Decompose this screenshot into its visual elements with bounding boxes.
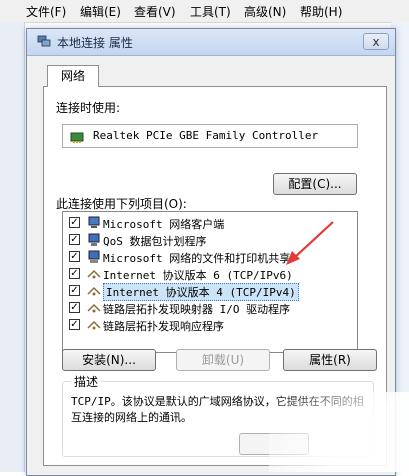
description-title: 描述	[71, 373, 102, 390]
protocol-icon	[87, 320, 101, 330]
properties-dialog: 本地连接 属性 x 网络 连接时使用: Realtek PCIe GBE Fam…	[26, 28, 396, 476]
tab-panel: 连接时使用: Realtek PCIe GBE Family Controlle…	[43, 86, 387, 466]
items-label: 此连接使用下列项目(O):	[56, 197, 187, 211]
dialog-titlebar[interactable]: 本地连接 属性 x	[27, 29, 395, 56]
network-adapter-icon	[70, 132, 84, 143]
configure-button[interactable]: 配置(C)...	[273, 173, 357, 195]
item-checkbox[interactable]: ✓	[69, 319, 80, 330]
list-item-lltd-mapper[interactable]: ✓ 链路层拓扑发现映射器 I/O 驱动程序	[63, 300, 357, 317]
close-button[interactable]: x	[363, 33, 389, 50]
item-label: QoS 数据包计划程序	[103, 235, 207, 248]
ok-button[interactable]	[239, 433, 309, 455]
description-text: TCP/IP。该协议是默认的广域网络协议，它提供在不同的相互连接的网络上的通讯。	[71, 395, 364, 424]
tab-network[interactable]: 网络	[47, 65, 99, 87]
item-checkbox[interactable]: ✓	[69, 251, 80, 262]
item-checkbox[interactable]: ✓	[69, 285, 80, 296]
menu-tools[interactable]: 工具(T)	[190, 3, 231, 20]
protocol-icon	[87, 303, 101, 313]
list-item-qos[interactable]: ✓ QoS 数据包计划程序	[63, 232, 357, 249]
protocol-icon	[87, 269, 101, 279]
properties-button[interactable]: 属性(R)	[283, 349, 377, 371]
dialog-title: 本地连接 属性	[57, 36, 133, 50]
close-icon: x	[372, 35, 380, 49]
menu-edit[interactable]: 编辑(E)	[80, 3, 121, 20]
item-checkbox[interactable]: ✓	[69, 268, 80, 279]
background-left-pane	[0, 22, 25, 472]
menu-file[interactable]: 文件(F)	[26, 3, 66, 20]
item-label: 链路层拓扑发现映射器 I/O 驱动程序	[103, 303, 291, 316]
item-checkbox[interactable]: ✓	[69, 302, 80, 313]
item-label: Internet 协议版本 4 (TCP/IPv4)	[103, 283, 299, 301]
list-item-lltd-responder[interactable]: ✓ 链路层拓扑发现响应程序	[63, 317, 357, 334]
menu-view[interactable]: 查看(V)	[134, 3, 176, 20]
description-group: 描述 TCP/IP。该协议是默认的广域网络协议，它提供在不同的相互连接的网络上的…	[62, 373, 374, 457]
uninstall-button[interactable]: 卸载(U)	[176, 349, 270, 371]
list-item-ipv6[interactable]: ✓ Internet 协议版本 6 (TCP/IPv6)	[63, 266, 357, 283]
item-label: Microsoft 网络客户端	[103, 218, 225, 231]
item-checkbox[interactable]: ✓	[69, 234, 80, 245]
install-button[interactable]: 安装(N)...	[62, 349, 156, 371]
protocol-icon	[87, 286, 101, 296]
item-checkbox[interactable]: ✓	[69, 217, 80, 228]
list-item-ms-client[interactable]: ✓ Microsoft 网络客户端	[63, 215, 357, 232]
items-list: ✓ Microsoft 网络客户端 ✓ QoS 数据包计划程序 ✓ Micros…	[62, 211, 358, 353]
adapter-name: Realtek PCIe GBE Family Controller	[93, 129, 319, 142]
network-client-icon	[88, 216, 100, 228]
qos-icon	[88, 233, 100, 246]
file-printer-share-icon	[88, 250, 100, 263]
menu-advanced[interactable]: 高级(N)	[244, 3, 286, 20]
menu-help[interactable]: 帮助(H)	[300, 3, 342, 20]
list-item-file-printer-sharing[interactable]: ✓ Microsoft 网络的文件和打印机共享	[63, 249, 357, 266]
item-label: Internet 协议版本 6 (TCP/IPv6)	[103, 269, 293, 282]
item-label: 链路层拓扑发现响应程序	[103, 320, 224, 333]
list-item-ipv4[interactable]: ✓ Internet 协议版本 4 (TCP/IPv4)	[63, 283, 357, 301]
adapter-field: Realtek PCIe GBE Family Controller	[62, 124, 358, 148]
network-connection-icon	[37, 35, 51, 47]
connect-using-label: 连接时使用:	[56, 101, 121, 115]
item-label: Microsoft 网络的文件和打印机共享	[103, 252, 291, 265]
background-menubar: 文件(F) 编辑(E) 查看(V) 工具(T) 高级(N) 帮助(H)	[0, 0, 409, 23]
